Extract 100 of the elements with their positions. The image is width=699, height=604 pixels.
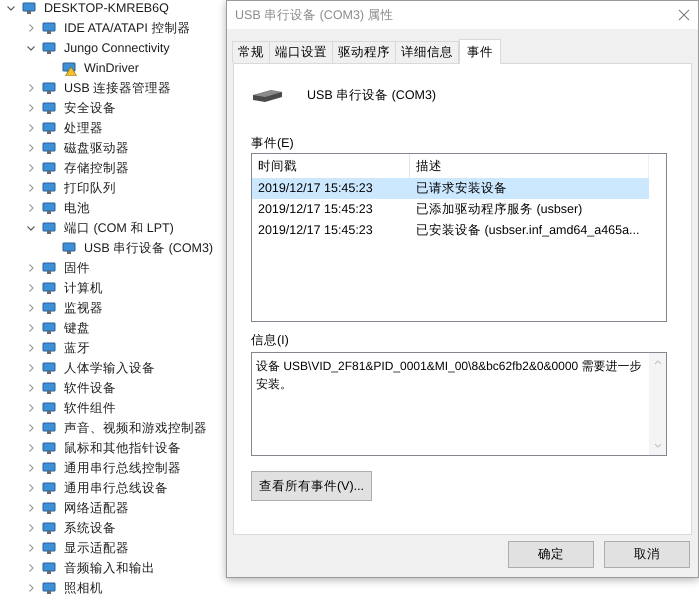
tree-item[interactable]: 软件组件 [64, 398, 116, 418]
device-icon [41, 80, 57, 96]
tree-item[interactable]: USB 连接器管理器 [64, 78, 172, 98]
table-cell-text: 2019/12/17 15:45:23 [257, 180, 374, 198]
tree-item[interactable]: DESKTOP-KMREB6Q [44, 0, 169, 18]
device-icon [21, 0, 37, 16]
chevron-right-icon[interactable] [26, 143, 36, 153]
chevron-right-icon[interactable] [26, 123, 36, 133]
table-cell-text: 2019/12/17 15:45:23 [257, 201, 374, 218]
tree-item[interactable]: 软件设备 [64, 378, 116, 398]
chevron-right-icon[interactable] [26, 263, 36, 273]
column-header[interactable]: 描述 [410, 154, 648, 178]
device-icon [41, 120, 57, 136]
tree-item[interactable]: 固件 [64, 258, 90, 278]
device-icon [41, 580, 57, 596]
device-icon [41, 340, 57, 356]
table-row[interactable]: 2019/12/17 15:45:23 已安装设备 (usbser.inf_amd64_a465a... [252, 220, 649, 241]
tree-item[interactable]: 显示适配器 [64, 538, 129, 558]
tree-item[interactable]: 声音、视频和游戏控制器 [64, 418, 207, 438]
tree-item[interactable]: 网络适配器 [64, 498, 129, 518]
view-all-events-button[interactable]: 查看所有事件(V)... [251, 471, 372, 501]
close-icon[interactable] [678, 9, 690, 21]
tree-item[interactable]: 蓝牙 [64, 338, 90, 358]
tree-item[interactable]: 照相机 [64, 578, 103, 598]
chevron-right-icon[interactable] [26, 563, 36, 573]
tree-item[interactable]: 人体学输入设备 [64, 358, 155, 378]
ok-button[interactable]: 确定 [508, 541, 594, 568]
tree-item[interactable]: 通用串行总线控制器 [64, 458, 181, 478]
chevron-right-icon[interactable] [26, 383, 36, 393]
table-row[interactable]: 2019/12/17 15:45:23 已添加驱动程序服务 (usbser) [252, 199, 649, 220]
table-cell-text: 已请求安装设备 [415, 180, 507, 198]
chevron-right-icon[interactable] [26, 323, 36, 333]
device-icon [41, 160, 57, 176]
tree-item[interactable]: 存储控制器 [64, 158, 129, 178]
tab[interactable]: 详细信息 [395, 41, 459, 63]
tree-item[interactable]: 键盘 [64, 318, 90, 338]
chevron-right-icon[interactable] [26, 83, 36, 93]
device-icon [41, 480, 57, 496]
scroll-up-icon[interactable] [654, 359, 662, 365]
device-icon [41, 140, 57, 156]
scrollbar[interactable] [649, 353, 666, 455]
device-icon [41, 180, 57, 196]
tree-item[interactable]: Jungo Connectivity [64, 38, 170, 58]
tree-item[interactable]: WinDriver [84, 58, 139, 78]
chevron-right-icon[interactable] [26, 403, 36, 413]
info-label: 信息(I) [251, 332, 290, 348]
tree-item[interactable]: 安全设备 [64, 98, 116, 118]
device-icon [41, 300, 57, 316]
device-icon [41, 440, 57, 456]
table-cell-text: 已安装设备 (usbser.inf_amd64_a465a... [415, 222, 640, 240]
window-title: USB 串行设备 (COM3) 属性 [235, 6, 394, 24]
info-text: 设备 USB\VID_2F81&PID_0001&MI_00\8&bc62fb2&0&0000 需要进一步安装。 [255, 358, 643, 393]
chevron-right-icon[interactable] [26, 103, 36, 113]
chevron-right-icon[interactable] [26, 343, 36, 353]
tree-item[interactable]: 打印队列 [64, 178, 116, 198]
chevron-right-icon[interactable] [26, 283, 36, 293]
device-icon [41, 500, 57, 516]
chevron-right-icon[interactable] [26, 483, 36, 493]
chevron-right-icon[interactable] [26, 583, 36, 593]
tab[interactable]: 事件 [459, 39, 501, 64]
device-icon [41, 460, 57, 476]
info-text-box[interactable]: 设备 USB\VID_2F81&PID_0001&MI_00\8&bc62fb2&0&0000 需要进一步安装。 [251, 352, 667, 456]
table-row[interactable]: 2019/12/17 15:45:23 已请求安装设备 [252, 178, 649, 199]
tree-item[interactable]: 计算机 [64, 278, 103, 298]
tree-item[interactable]: 通用串行总线设备 [64, 478, 168, 498]
tree-item[interactable]: USB 串行设备 (COM3) [84, 238, 214, 258]
chevron-right-icon[interactable] [26, 163, 36, 173]
tree-item[interactable]: 监视器 [64, 298, 103, 318]
tree-item[interactable]: 系统设备 [64, 518, 116, 538]
chevron-right-icon[interactable] [26, 523, 36, 533]
tree-item[interactable]: 音频输入和输出 [64, 558, 155, 578]
scroll-down-icon[interactable] [654, 443, 662, 449]
tree-item[interactable]: 端口 (COM 和 LPT) [64, 218, 174, 238]
device-icon [41, 40, 57, 56]
chevron-right-icon[interactable] [26, 423, 36, 433]
cancel-button[interactable]: 取消 [604, 541, 690, 568]
device-icon [41, 220, 57, 236]
chevron-right-icon[interactable] [26, 23, 36, 33]
tab[interactable]: 常规 [232, 41, 270, 63]
chevron-down-icon[interactable] [26, 43, 36, 53]
tree-item[interactable]: 处理器 [64, 118, 103, 138]
chevron-right-icon[interactable] [26, 443, 36, 453]
tree-item[interactable]: 电池 [64, 198, 90, 218]
chevron-right-icon[interactable] [26, 203, 36, 213]
tree-item[interactable]: 鼠标和其他指针设备 [64, 438, 181, 458]
device-icon [41, 360, 57, 376]
tree-item[interactable]: 磁盘驱动器 [64, 138, 129, 158]
chevron-right-icon[interactable] [26, 303, 36, 313]
table-cell-text: 2019/12/17 15:45:23 [257, 222, 374, 240]
chevron-down-icon[interactable] [6, 3, 16, 13]
chevron-right-icon[interactable] [26, 183, 36, 193]
device-icon [41, 520, 57, 536]
chevron-down-icon[interactable] [26, 223, 36, 233]
tree-item[interactable]: IDE ATA/ATAPI 控制器 [64, 18, 190, 38]
device-icon [41, 560, 57, 576]
chevron-right-icon[interactable] [26, 463, 36, 473]
chevron-right-icon[interactable] [26, 503, 36, 513]
device-icon [41, 400, 57, 416]
chevron-right-icon[interactable] [26, 543, 36, 553]
chevron-right-icon[interactable] [26, 363, 36, 373]
